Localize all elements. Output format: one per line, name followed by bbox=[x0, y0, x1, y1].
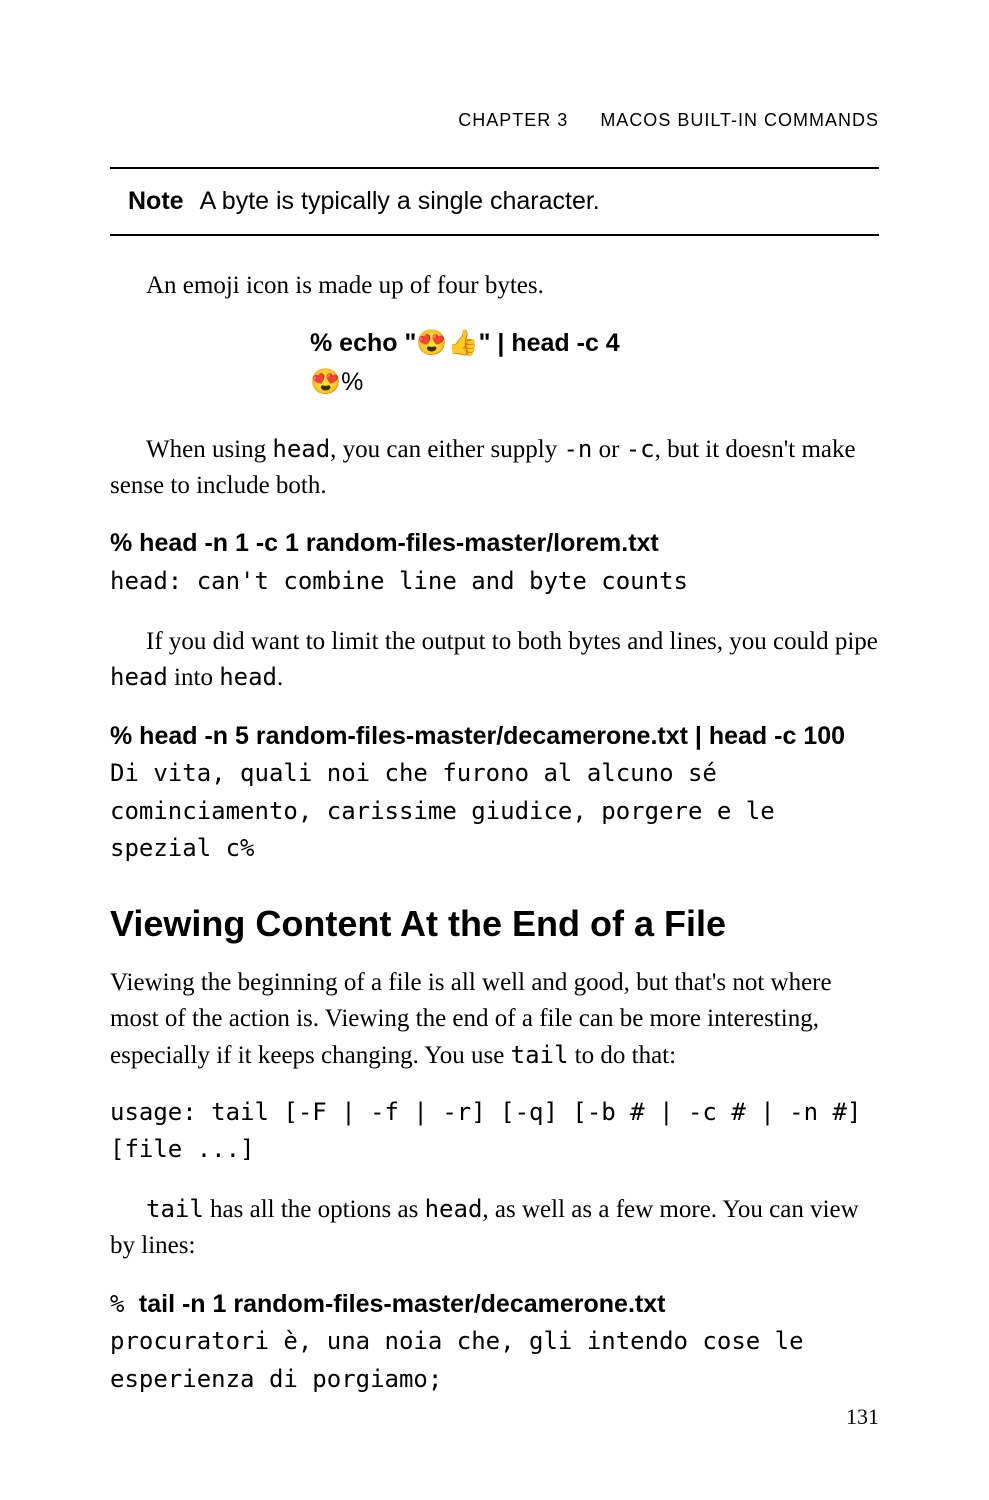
inline-code: head bbox=[219, 663, 277, 691]
inline-code: -c bbox=[626, 435, 655, 463]
usage-line: usage: tail [-F | -f | -r] [-q] [-b # | … bbox=[110, 1094, 879, 1168]
command-line: tail -n 1 random-files-master/decamerone… bbox=[139, 1290, 666, 1318]
page-number: 131 bbox=[846, 1404, 879, 1430]
chapter-label: CHAPTER 3 bbox=[458, 110, 568, 130]
command-output: Di vita, quali noi che furono al alcuno … bbox=[110, 759, 789, 861]
inline-code: -n bbox=[563, 435, 592, 463]
inline-code: tail bbox=[511, 1041, 569, 1069]
inline-code: head bbox=[110, 663, 168, 691]
page: CHAPTER 3 MACOS BUILT-IN COMMANDS Note A … bbox=[0, 0, 989, 1500]
paragraph: Viewing the beginning of a file is all w… bbox=[110, 965, 879, 1074]
command-line: % head -n 5 random-files-master/decamero… bbox=[110, 722, 845, 750]
section-heading: Viewing Content At the End of a File bbox=[110, 903, 879, 945]
paragraph: When using head, you can either supply -… bbox=[110, 432, 879, 505]
paragraph: tail has all the options as head, as wel… bbox=[110, 1192, 879, 1265]
note-callout: Note A byte is typically a single charact… bbox=[110, 167, 879, 236]
code-block: % head -n 5 random-files-master/decamero… bbox=[110, 717, 879, 867]
code-block: % echo "😍👍" | head -c 4 😍% bbox=[110, 324, 879, 402]
code-block: % head -n 1 -c 1 random-files-master/lor… bbox=[110, 524, 879, 600]
running-header: CHAPTER 3 MACOS BUILT-IN COMMANDS bbox=[110, 110, 879, 131]
chapter-title: MACOS BUILT-IN COMMANDS bbox=[600, 110, 879, 130]
inline-code: head bbox=[425, 1195, 483, 1223]
command-line: % head -n 1 -c 1 random-files-master/lor… bbox=[110, 529, 659, 557]
paragraph: An emoji icon is made up of four bytes. bbox=[110, 268, 879, 304]
note-text: A byte is typically a single character. bbox=[200, 187, 600, 215]
note-label: Note bbox=[128, 187, 184, 215]
command-output: 😍% bbox=[310, 363, 879, 402]
command-output: procuratori è, una noia che, gli intendo… bbox=[110, 1327, 818, 1392]
inline-code: head bbox=[272, 435, 330, 463]
command-line: % echo "😍👍" | head -c 4 bbox=[310, 324, 879, 363]
inline-code: tail bbox=[146, 1195, 204, 1223]
code-block: % tail -n 1 random-files-master/decamero… bbox=[110, 1285, 879, 1398]
paragraph: If you did want to limit the output to b… bbox=[110, 624, 879, 697]
command-output: head: can't combine line and byte counts bbox=[110, 567, 688, 595]
